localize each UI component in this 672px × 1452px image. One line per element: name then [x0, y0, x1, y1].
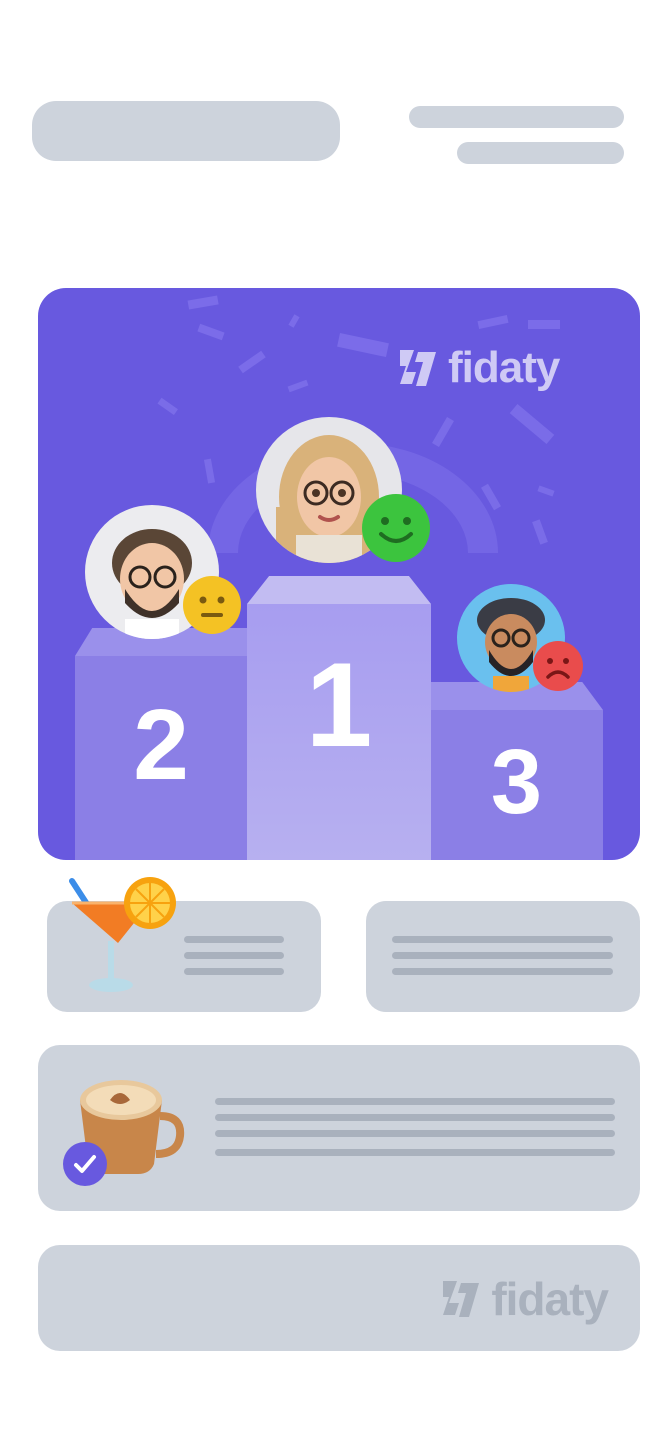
placeholder-text-line [392, 968, 613, 975]
placeholder-text-line [215, 1130, 615, 1137]
footer-brand-card: fidaty [38, 1245, 640, 1351]
reward-card[interactable] [366, 901, 640, 1012]
placeholder-text-line [184, 952, 284, 959]
sad-face-icon [533, 641, 583, 691]
header-placeholder-line [457, 142, 624, 164]
fidaty-logo: fidaty [394, 343, 560, 392]
check-badge-icon [63, 1142, 107, 1186]
rank-number: 2 [133, 689, 189, 801]
placeholder-text-line [184, 936, 284, 943]
podium-first: 1 [247, 576, 431, 860]
podium-second: 2 [75, 628, 247, 860]
fidaty-logo: fidaty [437, 1273, 609, 1325]
rank-number: 3 [490, 731, 543, 833]
fidaty-logo-icon [400, 350, 436, 386]
leaderboard-card: fidaty 2 3 1 [38, 288, 640, 860]
rank-number: 1 [305, 638, 373, 772]
brand-name: fidaty [448, 343, 560, 392]
placeholder-text-line [215, 1114, 615, 1121]
cocktail-icon [69, 877, 176, 992]
header-placeholder-line [409, 106, 624, 128]
placeholder-text-line [184, 968, 284, 975]
brand-name: fidaty [491, 1273, 609, 1325]
podium-third: 3 [430, 682, 603, 860]
happy-face-icon [362, 494, 430, 562]
header-placeholder-block [32, 101, 340, 161]
placeholder-text-line [392, 936, 613, 943]
fidaty-logo-icon [443, 1281, 480, 1317]
neutral-face-icon [183, 576, 241, 634]
placeholder-text-line [215, 1149, 615, 1156]
placeholder-text-line [215, 1098, 615, 1105]
placeholder-text-line [392, 952, 613, 959]
